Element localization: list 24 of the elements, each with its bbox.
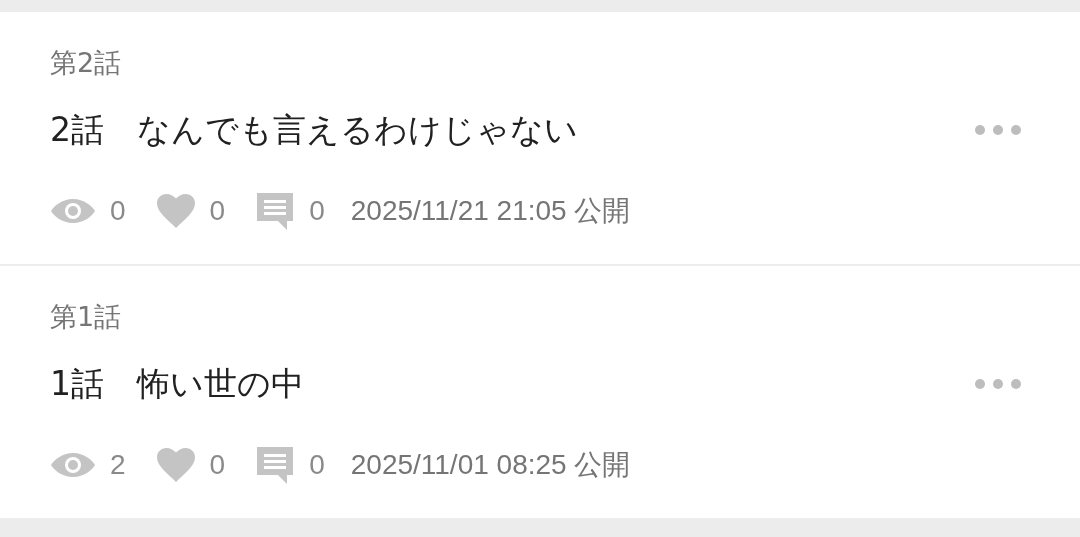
episode-title[interactable]: 1話 怖い世の中 [50, 362, 304, 406]
episode-number: 第2話 [50, 46, 122, 80]
comment-icon [255, 445, 296, 485]
heart-icon [155, 193, 196, 229]
eye-icon [50, 451, 96, 479]
publish-date: 2025/11/21 21:05 公開 [350, 194, 631, 228]
episode-number: 第1話 [50, 300, 122, 334]
comment-count: 0 [309, 449, 325, 481]
more-icon [974, 124, 1022, 136]
comment-icon [255, 191, 296, 231]
episode-card[interactable]: 第1話 1話 怖い世の中 2 0 0 2025/11/01 08:25 公開 [0, 266, 1080, 518]
eye-icon [50, 197, 96, 225]
heart-icon [155, 447, 196, 483]
like-count: 0 [209, 195, 226, 227]
comment-count: 0 [309, 195, 325, 227]
episode-title[interactable]: 2話 なんでも言えるわけじゃない [50, 108, 578, 152]
view-count: 0 [110, 195, 126, 227]
episode-card[interactable]: 第2話 2話 なんでも言えるわけじゃない 0 0 0 2025/11/21 21:05 公開 [0, 12, 1080, 264]
publish-date: 2025/11/01 08:25 公開 [350, 448, 631, 482]
more-button[interactable] [974, 378, 1022, 390]
like-count: 0 [209, 449, 226, 481]
more-icon [974, 378, 1022, 390]
more-button[interactable] [974, 124, 1022, 136]
view-count: 2 [110, 449, 126, 481]
